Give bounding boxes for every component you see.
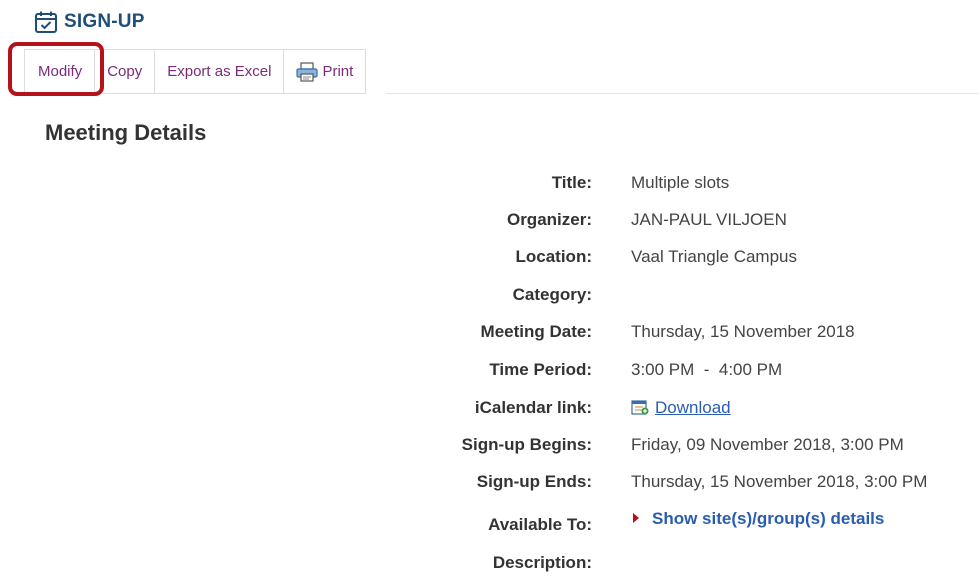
title-value: Multiple slots bbox=[631, 173, 730, 192]
icalendar-label: iCalendar link: bbox=[474, 398, 592, 417]
print-button[interactable]: Print bbox=[284, 50, 367, 94]
toolbar-divider bbox=[386, 93, 979, 94]
location-label: Location: bbox=[515, 247, 593, 266]
detail-row-time-period: Time Period: 3:00 PM - 4:00 PM bbox=[0, 357, 979, 383]
signup-begins-value: Friday, 09 November 2018, 3:00 PM bbox=[631, 435, 904, 454]
print-label: Print bbox=[322, 63, 354, 80]
icalendar-value: Download bbox=[631, 398, 731, 418]
meeting-date-value: Thursday, 15 November 2018 bbox=[631, 322, 855, 341]
detail-row-signup-ends: Sign-up Ends: Thursday, 15 November 2018… bbox=[0, 469, 979, 495]
location-value: Vaal Triangle Campus bbox=[631, 247, 797, 266]
detail-row-signup-begins: Sign-up Begins: Friday, 09 November 2018… bbox=[0, 432, 979, 458]
signup-ends-label: Sign-up Ends: bbox=[476, 472, 592, 491]
calendar-check-icon bbox=[35, 11, 57, 33]
detail-row-title: Title: Multiple slots bbox=[0, 170, 979, 196]
detail-row-icalendar: iCalendar link: Download bbox=[0, 395, 979, 421]
detail-row-organizer: Organizer: JAN-PAUL VILJOEN bbox=[0, 207, 979, 233]
icalendar-download-link[interactable]: Download bbox=[655, 398, 731, 417]
detail-row-category: Category: bbox=[0, 282, 979, 308]
modify-button[interactable]: Modify bbox=[25, 50, 96, 94]
signup-ends-value: Thursday, 15 November 2018, 3:00 PM bbox=[631, 472, 928, 491]
organizer-label: Organizer: bbox=[506, 210, 592, 229]
signup-begins-label: Sign-up Begins: bbox=[461, 435, 592, 454]
section-title: Meeting Details bbox=[45, 120, 207, 145]
description-label: Description: bbox=[492, 553, 592, 572]
available-to-value: Show site(s)/group(s) details bbox=[633, 509, 884, 529]
toolbar: Modify Copy Export as Excel Print bbox=[24, 49, 367, 94]
available-to-label: Available To: bbox=[488, 515, 592, 534]
title-label: Title: bbox=[551, 173, 592, 192]
time-period-value: 3:00 PM - 4:00 PM bbox=[631, 360, 783, 379]
tool-title: SIGN-UP bbox=[64, 11, 145, 32]
time-period-label: Time Period: bbox=[489, 360, 592, 379]
calendar-download-icon bbox=[631, 400, 649, 415]
detail-row-description: Description: bbox=[0, 550, 979, 576]
organizer-value: JAN-PAUL VILJOEN bbox=[631, 210, 787, 229]
triangle-right-icon bbox=[633, 513, 639, 523]
detail-row-meeting-date: Meeting Date: Thursday, 15 November 2018 bbox=[0, 319, 979, 345]
copy-button[interactable]: Copy bbox=[95, 50, 156, 94]
category-label: Category: bbox=[512, 285, 592, 304]
show-site-group-details-toggle[interactable]: Show site(s)/group(s) details bbox=[652, 509, 884, 528]
tool-header: SIGN-UP bbox=[34, 10, 145, 34]
detail-row-location: Location: Vaal Triangle Campus bbox=[0, 244, 979, 270]
detail-row-available-to: Available To: Show site(s)/group(s) deta… bbox=[0, 506, 979, 534]
meeting-date-label: Meeting Date: bbox=[480, 322, 592, 341]
export-excel-button[interactable]: Export as Excel bbox=[155, 50, 285, 94]
printer-icon bbox=[296, 61, 319, 82]
